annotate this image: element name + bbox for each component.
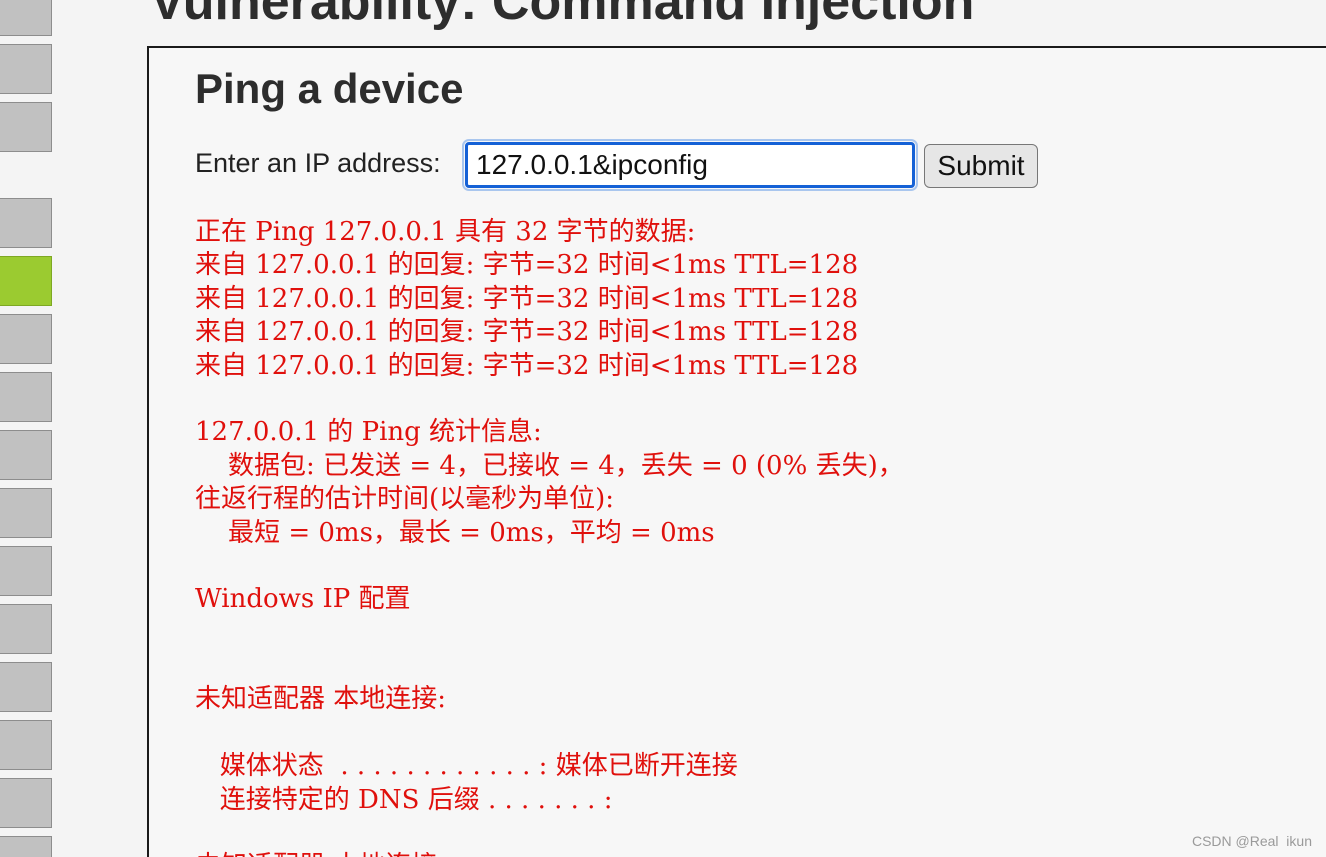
dvwa-page: Vulnerability: Command Injection Ping a … bbox=[0, 0, 1326, 857]
ip-address-input[interactable] bbox=[462, 139, 918, 191]
command-output: 正在 Ping 127.0.0.1 具有 32 字节的数据: 来自 127.0.0… bbox=[195, 216, 904, 857]
output-line: 来自 127.0.0.1 的回复: 字节=32 时间<1ms TTL=128 bbox=[195, 283, 859, 314]
output-line: 媒体状态 . . . . . . . . . . . . : 媒体已断开连接 bbox=[195, 751, 738, 782]
output-line: 127.0.0.1 的 Ping 统计信息: bbox=[195, 417, 542, 448]
sidebar-item-14[interactable] bbox=[0, 778, 52, 828]
sidebar-item-1[interactable] bbox=[0, 0, 52, 36]
output-line: Windows IP 配置 bbox=[195, 584, 411, 615]
watermark: CSDN @Real ikun bbox=[1191, 833, 1312, 849]
output-line: 最短 = 0ms，最长 = 0ms，平均 = 0ms bbox=[195, 517, 715, 548]
sidebar-item-6[interactable] bbox=[0, 314, 52, 364]
output-line: 来自 127.0.0.1 的回复: 字节=32 时间<1ms TTL=128 bbox=[195, 250, 859, 281]
output-line: 数据包: 已发送 = 4，已接收 = 4，丢失 = 0 (0% 丢失)， bbox=[195, 450, 904, 481]
sidebar-item-11[interactable] bbox=[0, 604, 52, 654]
sidebar-item-4[interactable] bbox=[0, 198, 52, 248]
output-line: 连接特定的 DNS 后缀 . . . . . . . : bbox=[195, 784, 613, 815]
vulnerable-code-area: Ping a device Enter an IP address: Submi… bbox=[147, 46, 1326, 857]
output-line: 来自 127.0.0.1 的回复: 字节=32 时间<1ms TTL=128 bbox=[195, 317, 859, 348]
output-line: 往返行程的估计时间(以毫秒为单位): bbox=[195, 484, 615, 515]
sidebar-item-15[interactable] bbox=[0, 836, 52, 857]
sidebar-item-13[interactable] bbox=[0, 720, 52, 770]
output-line: 未知适配器 本地连接: bbox=[195, 684, 447, 715]
output-line: 正在 Ping 127.0.0.1 具有 32 字节的数据: bbox=[195, 217, 696, 247]
ip-address-label: Enter an IP address: bbox=[195, 148, 441, 178]
submit-button[interactable]: Submit bbox=[924, 144, 1038, 188]
sidebar-item-3[interactable] bbox=[0, 102, 52, 152]
sidebar-item-2[interactable] bbox=[0, 44, 52, 94]
sidebar-item-10[interactable] bbox=[0, 546, 52, 596]
sidebar-item-12[interactable] bbox=[0, 662, 52, 712]
form-heading: Ping a device bbox=[195, 65, 464, 112]
sidebar-item-9[interactable] bbox=[0, 488, 52, 538]
sidebar-item-command-injection[interactable] bbox=[0, 256, 52, 306]
sidebar-item-7[interactable] bbox=[0, 372, 52, 422]
sidebar-menu bbox=[0, 0, 60, 857]
page-title: Vulnerability: Command Injection bbox=[150, 0, 975, 31]
output-line: 未知适配器 本地连接: bbox=[195, 850, 904, 857]
output-line: 来自 127.0.0.1 的回复: 字节=32 时间<1ms TTL=128 bbox=[195, 350, 859, 381]
sidebar-item-8[interactable] bbox=[0, 430, 52, 480]
